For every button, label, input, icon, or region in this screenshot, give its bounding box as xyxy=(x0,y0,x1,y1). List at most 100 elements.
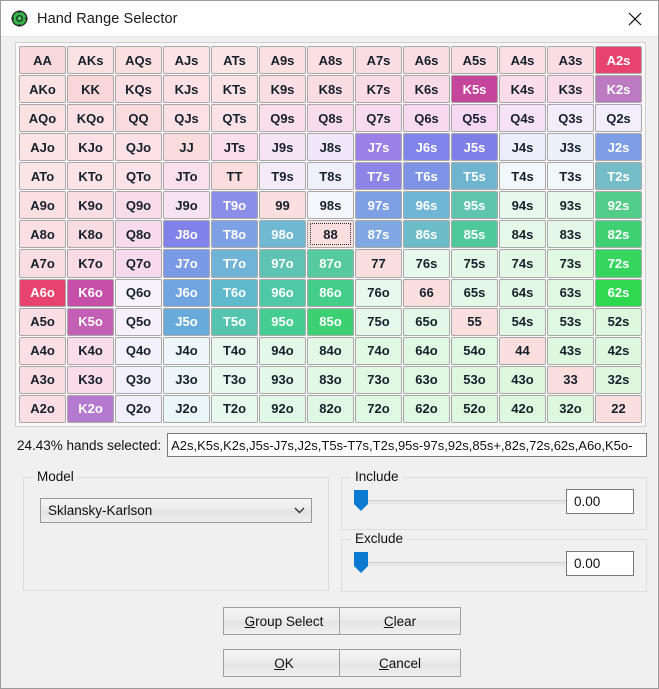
hand-cell-J2o[interactable]: J2o xyxy=(163,395,210,423)
hand-cell-KTs[interactable]: KTs xyxy=(211,75,258,103)
hand-cell-A9s[interactable]: A9s xyxy=(259,46,306,74)
hand-cell-74s[interactable]: 74s xyxy=(499,249,546,277)
hand-cell-K9s[interactable]: K9s xyxy=(259,75,306,103)
hand-cell-TT[interactable]: TT xyxy=(211,162,258,190)
hand-cell-QTo[interactable]: QTo xyxy=(115,162,162,190)
hand-cell-84o[interactable]: 84o xyxy=(307,337,354,365)
hand-cell-65o[interactable]: 65o xyxy=(403,308,450,336)
hand-cell-K5o[interactable]: K5o xyxy=(67,308,114,336)
hand-cell-J9o[interactable]: J9o xyxy=(163,191,210,219)
hand-cell-J8s[interactable]: J8s xyxy=(307,133,354,161)
hand-cell-QJs[interactable]: QJs xyxy=(163,104,210,132)
hand-cell-T2s[interactable]: T2s xyxy=(595,162,642,190)
hand-cell-A4o[interactable]: A4o xyxy=(19,337,66,365)
hand-cell-62o[interactable]: 62o xyxy=(403,395,450,423)
hand-cell-73o[interactable]: 73o xyxy=(355,366,402,394)
hand-cell-77[interactable]: 77 xyxy=(355,249,402,277)
hand-cell-88[interactable]: 88 xyxy=(307,220,354,248)
hand-cell-T5o[interactable]: T5o xyxy=(211,308,258,336)
hand-cell-K9o[interactable]: K9o xyxy=(67,191,114,219)
hand-cell-Q4o[interactable]: Q4o xyxy=(115,337,162,365)
hand-cell-66[interactable]: 66 xyxy=(403,279,450,307)
hand-cell-Q4s[interactable]: Q4s xyxy=(499,104,546,132)
hand-cell-65s[interactable]: 65s xyxy=(451,279,498,307)
hand-cell-Q5s[interactable]: Q5s xyxy=(451,104,498,132)
hand-cell-K7o[interactable]: K7o xyxy=(67,249,114,277)
hand-cell-83s[interactable]: 83s xyxy=(547,220,594,248)
hand-cell-A9o[interactable]: A9o xyxy=(19,191,66,219)
hand-cell-A2o[interactable]: A2o xyxy=(19,395,66,423)
hand-cell-Q5o[interactable]: Q5o xyxy=(115,308,162,336)
hand-cell-96o[interactable]: 96o xyxy=(259,279,306,307)
hand-cell-T2o[interactable]: T2o xyxy=(211,395,258,423)
hand-cell-Q7s[interactable]: Q7s xyxy=(355,104,402,132)
hand-cell-K3s[interactable]: K3s xyxy=(547,75,594,103)
hand-cell-A7s[interactable]: A7s xyxy=(355,46,402,74)
include-slider-thumb[interactable] xyxy=(354,490,368,512)
hand-cell-52s[interactable]: 52s xyxy=(595,308,642,336)
hand-cell-94o[interactable]: 94o xyxy=(259,337,306,365)
hand-cell-AQo[interactable]: AQo xyxy=(19,104,66,132)
hand-cell-22[interactable]: 22 xyxy=(595,395,642,423)
hand-cell-AA[interactable]: AA xyxy=(19,46,66,74)
hand-cell-44[interactable]: 44 xyxy=(499,337,546,365)
hand-cell-ATo[interactable]: ATo xyxy=(19,162,66,190)
hand-cell-Q9s[interactable]: Q9s xyxy=(259,104,306,132)
hand-cell-QTs[interactable]: QTs xyxy=(211,104,258,132)
hand-cell-Q8s[interactable]: Q8s xyxy=(307,104,354,132)
hand-cell-T7o[interactable]: T7o xyxy=(211,249,258,277)
hand-cell-92o[interactable]: 92o xyxy=(259,395,306,423)
hand-cell-43o[interactable]: 43o xyxy=(499,366,546,394)
hand-cell-A4s[interactable]: A4s xyxy=(499,46,546,74)
hand-cell-T6s[interactable]: T6s xyxy=(403,162,450,190)
hand-cell-A6o[interactable]: A6o xyxy=(19,279,66,307)
exclude-slider-thumb[interactable] xyxy=(354,552,368,574)
hand-cell-K2o[interactable]: K2o xyxy=(67,395,114,423)
hand-cell-A5s[interactable]: A5s xyxy=(451,46,498,74)
hand-cell-72s[interactable]: 72s xyxy=(595,249,642,277)
hand-cell-K3o[interactable]: K3o xyxy=(67,366,114,394)
hand-cell-K8o[interactable]: K8o xyxy=(67,220,114,248)
hand-cell-97o[interactable]: 97o xyxy=(259,249,306,277)
hand-cell-T6o[interactable]: T6o xyxy=(211,279,258,307)
hand-cell-85o[interactable]: 85o xyxy=(307,308,354,336)
hand-cell-75s[interactable]: 75s xyxy=(451,249,498,277)
hand-cell-J8o[interactable]: J8o xyxy=(163,220,210,248)
hand-cell-42o[interactable]: 42o xyxy=(499,395,546,423)
hand-cell-54o[interactable]: 54o xyxy=(451,337,498,365)
hand-cell-T8s[interactable]: T8s xyxy=(307,162,354,190)
hand-cell-A6s[interactable]: A6s xyxy=(403,46,450,74)
hand-cell-A8o[interactable]: A8o xyxy=(19,220,66,248)
hand-cell-99[interactable]: 99 xyxy=(259,191,306,219)
hand-cell-A3s[interactable]: A3s xyxy=(547,46,594,74)
hand-cell-AJo[interactable]: AJo xyxy=(19,133,66,161)
exclude-value-field[interactable]: 0.00 xyxy=(566,551,634,576)
cancel-button[interactable]: Cancel xyxy=(339,649,461,677)
hand-cell-92s[interactable]: 92s xyxy=(595,191,642,219)
hand-cell-J3s[interactable]: J3s xyxy=(547,133,594,161)
hand-cell-J7o[interactable]: J7o xyxy=(163,249,210,277)
hand-cell-Q2s[interactable]: Q2s xyxy=(595,104,642,132)
hand-cell-JTo[interactable]: JTo xyxy=(163,162,210,190)
hand-cell-73s[interactable]: 73s xyxy=(547,249,594,277)
hand-cell-72o[interactable]: 72o xyxy=(355,395,402,423)
hand-cell-82s[interactable]: 82s xyxy=(595,220,642,248)
hand-cell-J5s[interactable]: J5s xyxy=(451,133,498,161)
hand-cell-A7o[interactable]: A7o xyxy=(19,249,66,277)
hand-cell-98s[interactable]: 98s xyxy=(307,191,354,219)
hand-cell-K6o[interactable]: K6o xyxy=(67,279,114,307)
hand-cell-Q3s[interactable]: Q3s xyxy=(547,104,594,132)
hand-cell-95s[interactable]: 95s xyxy=(451,191,498,219)
exclude-slider-track[interactable] xyxy=(358,562,572,566)
hand-cell-T9o[interactable]: T9o xyxy=(211,191,258,219)
hand-cell-T4o[interactable]: T4o xyxy=(211,337,258,365)
hand-cell-Q6o[interactable]: Q6o xyxy=(115,279,162,307)
hand-cell-J4s[interactable]: J4s xyxy=(499,133,546,161)
hand-cell-Q9o[interactable]: Q9o xyxy=(115,191,162,219)
hand-cell-A2s[interactable]: A2s xyxy=(595,46,642,74)
hand-grid[interactable]: AAAKsAQsAJsATsA9sA8sA7sA6sA5sA4sA3sA2sAK… xyxy=(15,42,646,427)
hand-cell-63o[interactable]: 63o xyxy=(403,366,450,394)
include-value-field[interactable]: 0.00 xyxy=(566,489,634,514)
hand-cell-76o[interactable]: 76o xyxy=(355,279,402,307)
hand-cell-55[interactable]: 55 xyxy=(451,308,498,336)
